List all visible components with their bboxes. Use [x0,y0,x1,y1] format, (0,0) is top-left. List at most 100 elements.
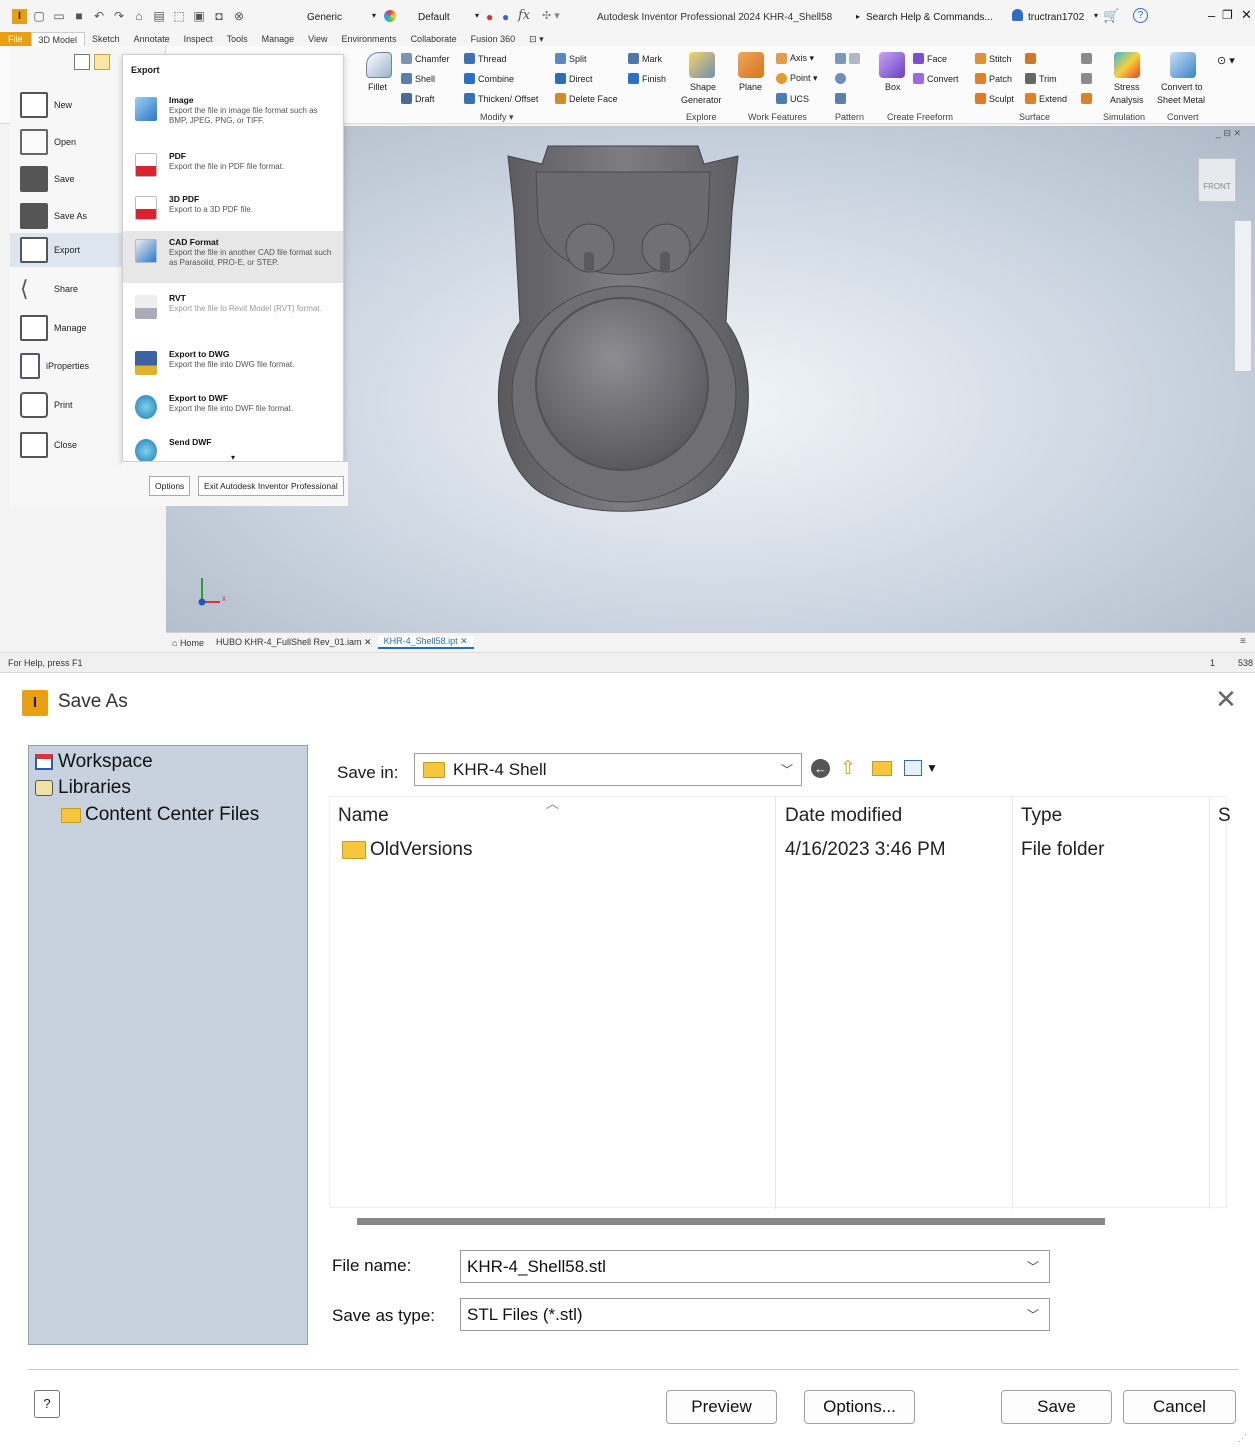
column-header-name[interactable]: Name [338,805,389,827]
circular-pattern-icon[interactable] [835,73,846,84]
tab-inspect[interactable]: Inspect [177,32,220,46]
assembly-tab[interactable]: HUBO KHR-4_FullShell Rev_01.iam ✕ [210,637,378,648]
export-pdf[interactable]: PDF Export the file in PDF file format. [123,145,343,187]
material-icon[interactable]: ▣ [192,9,206,23]
column-header-date[interactable]: Date modified [785,805,902,827]
open-icon[interactable]: ▭ [52,9,66,23]
convert-label-1[interactable]: Convert to [1161,82,1203,92]
restore-icon[interactable]: ❐ [1222,8,1233,22]
options-button[interactable]: Options... [804,1390,915,1424]
mark-button[interactable]: Mark [628,53,662,64]
shell-button[interactable]: Shell [401,73,435,84]
back-icon[interactable]: ← [811,759,830,778]
ribbon-options-icon[interactable]: ⊙ ▾ [1217,54,1235,67]
rectangular-pattern-icon[interactable] [835,53,860,64]
new-folder-icon[interactable] [872,761,892,776]
export-cad-format[interactable]: CAD Format Export the file in another CAD… [123,231,343,283]
stress-label-1[interactable]: Stress [1114,82,1140,92]
thicken-button[interactable]: Thicken/ Offset [464,93,538,104]
update-icon[interactable]: ▤ [152,9,166,23]
patch-button[interactable]: Patch [975,73,1012,84]
file-name-input[interactable]: KHR-4_Shell58.stl ﹀ [460,1250,1050,1283]
stitch-button[interactable]: Stitch [975,53,1012,64]
trim-button[interactable]: Trim [1025,73,1057,84]
repair-icon[interactable] [1081,73,1092,84]
close-tab-icon[interactable]: ✕ [364,637,372,647]
exit-inventor-button[interactable]: Exit Autodesk Inventor Professional [198,476,344,496]
chevron-down-icon[interactable]: ▾ [1094,11,1098,20]
preview-button[interactable]: Preview [666,1390,777,1424]
view-menu-icon[interactable] [904,760,922,776]
customize-icon[interactable]: ✣ ▾ [542,9,560,22]
scroll-down-icon[interactable]: ▾ [231,453,235,461]
close-tab-icon[interactable]: ✕ [460,636,468,646]
appearance-dropdown[interactable]: Default [418,12,450,23]
convert-sheet-metal-icon[interactable] [1170,52,1196,78]
tab-manage[interactable]: Manage [255,32,302,46]
cancel-button[interactable]: Cancel [1123,1390,1236,1424]
plane-button[interactable]: Plane [739,82,762,92]
parameters-icon[interactable]: ● [502,10,509,24]
ruled-surface-icon[interactable] [1025,53,1036,64]
chevron-down-icon[interactable]: ﹀ [1027,1258,1039,1275]
export-dwg[interactable]: Export to DWG Export the file into DWG fi… [123,343,343,385]
chevron-down-icon[interactable]: ▾ [372,11,376,20]
cart-icon[interactable]: 🛒 [1103,8,1119,24]
search-help-input[interactable]: Search Help & Commands... [866,12,993,23]
appearance-icon[interactable]: ◘ [212,9,226,23]
save-button[interactable]: Save [1001,1390,1112,1424]
fx-icon[interactable]: fx [518,8,530,23]
navigation-bar[interactable] [1234,220,1252,372]
chamfer-button[interactable]: Chamfer [401,53,450,64]
face-button[interactable]: Face [913,53,947,64]
stress-analysis-icon[interactable] [1114,52,1140,78]
convert-button[interactable]: Convert [913,73,959,84]
resize-grip-icon[interactable]: ⋰ [1238,1433,1247,1444]
tab-collaborate[interactable]: Collaborate [404,32,464,46]
split-button[interactable]: Split [555,53,587,64]
tab-more-icon[interactable]: ⊡ ▾ [522,32,551,46]
shape-generator-label-2[interactable]: Generator [681,95,722,105]
user-name[interactable]: tructran1702 [1028,12,1084,23]
ucs-button[interactable]: UCS [776,93,809,104]
tab-tools[interactable]: Tools [220,32,255,46]
save-icon[interactable]: ■ [72,9,86,23]
extend-button[interactable]: Extend [1025,93,1067,104]
help-icon[interactable]: ? [1133,8,1148,23]
export-3d-pdf[interactable]: 3D PDF Export to a 3D PDF file. [123,188,343,230]
open-docs-icon[interactable] [94,54,110,70]
tab-environments[interactable]: Environments [335,32,404,46]
table-row[interactable]: OldVersions 4/16/2023 3:46 PM File folde… [330,835,1210,865]
axis-button[interactable]: Axis ▾ [776,53,814,64]
plane-icon[interactable] [738,52,764,78]
column-header-size[interactable]: S [1218,805,1231,827]
close-icon[interactable]: ✕ [1212,685,1240,713]
column-header-type[interactable]: Type [1021,805,1062,827]
help-button[interactable]: ? [34,1390,60,1418]
up-folder-icon[interactable]: ⇧ [840,757,856,780]
delete-face-button[interactable]: Delete Face [555,93,618,104]
direct-button[interactable]: Direct [555,73,593,84]
minimize-icon[interactable]: – [1208,8,1215,23]
tab-view[interactable]: View [301,32,334,46]
finish-button[interactable]: Finish [628,73,666,84]
chevron-down-icon[interactable]: ▼ [926,761,938,775]
thread-button[interactable]: Thread [464,53,507,64]
draft-button[interactable]: Draft [401,93,435,104]
tab-3d-model[interactable]: 3D Model [30,32,86,46]
horizontal-scrollbar[interactable] [357,1218,1105,1225]
tab-fusion-360[interactable]: Fusion 360 [464,32,523,46]
export-image[interactable]: Image Export the file in image file forma… [123,89,343,131]
place-workspace[interactable]: Workspace [35,751,153,773]
select-icon[interactable]: ⬚ [172,9,186,23]
new-icon[interactable]: ▢ [32,9,46,23]
stress-label-2[interactable]: Analysis [1110,95,1144,105]
combine-button[interactable]: Combine [464,73,514,84]
tab-file[interactable]: File [0,32,31,46]
place-content-center[interactable]: Content Center Files [61,804,259,826]
tab-sketch[interactable]: Sketch [85,32,127,46]
sculpt-button[interactable]: Sculpt [975,93,1014,104]
hamburger-icon[interactable]: ≡ [1240,636,1246,647]
modify-group-label[interactable]: Modify ▾ [480,112,514,123]
replace-face-icon[interactable] [1081,53,1092,64]
